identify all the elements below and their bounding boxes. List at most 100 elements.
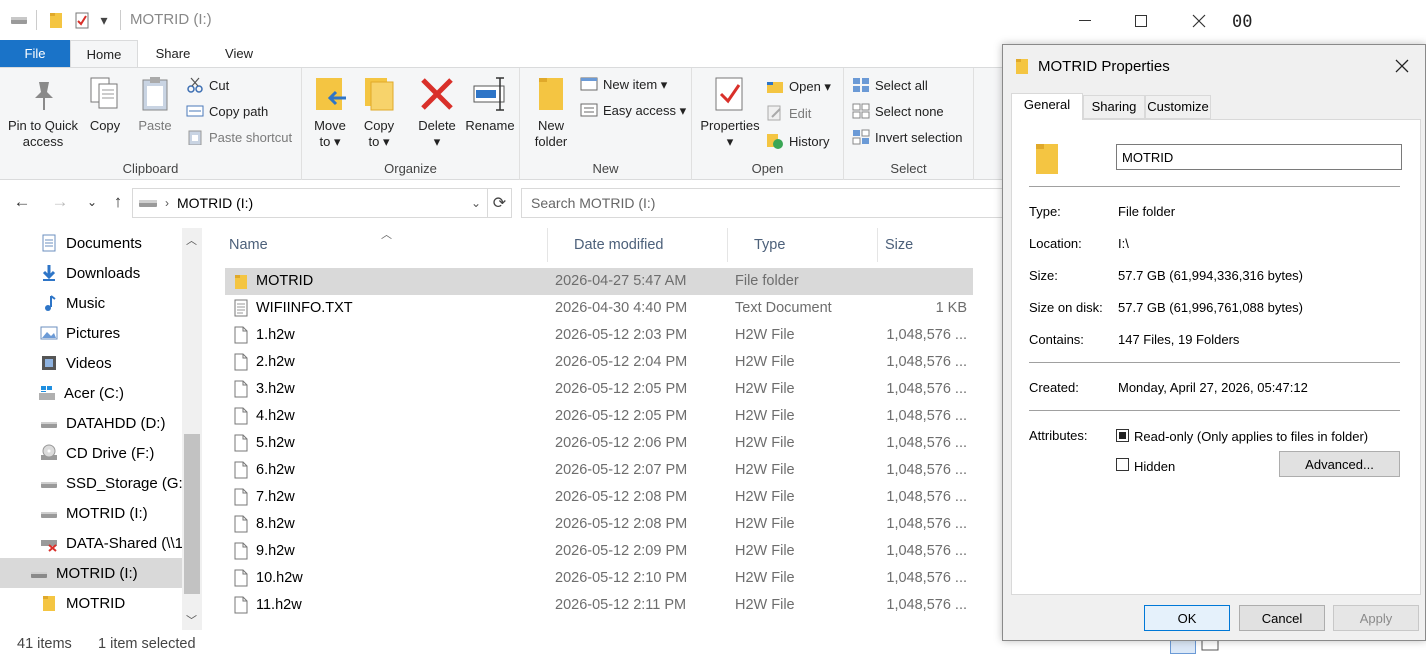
- copy-to-button[interactable]: Copy to ▾: [358, 74, 400, 150]
- select-none-button[interactable]: Select none: [852, 100, 944, 122]
- sidebar-item[interactable]: Pictures: [0, 318, 182, 348]
- paste-button[interactable]: Paste: [132, 74, 178, 134]
- file-list: ︿ Name Date modified Type Size MOTRID 202…: [203, 228, 1003, 630]
- edit-button[interactable]: Edit: [766, 102, 811, 124]
- select-all-button[interactable]: Select all: [852, 74, 928, 96]
- scroll-down-icon[interactable]: ﹀: [186, 612, 197, 628]
- file-icon: [233, 380, 249, 399]
- sidebar-item[interactable]: MOTRID (I:): [0, 558, 182, 588]
- tab-file[interactable]: File: [0, 40, 70, 68]
- table-row[interactable]: 10.h2w 2026-05-12 2:10 PM H2W File 1,048,57…: [225, 565, 973, 592]
- sidebar-item[interactable]: DATAHDD (D:): [0, 408, 182, 438]
- close-icon[interactable]: [1387, 53, 1417, 79]
- back-arrow-icon[interactable]: ←: [10, 190, 34, 214]
- apply-button[interactable]: Apply: [1333, 605, 1419, 631]
- folder-name-field[interactable]: MOTRID: [1116, 144, 1402, 170]
- file-size: 1,048,576 ...: [886, 435, 967, 451]
- tab-view[interactable]: View: [214, 40, 264, 68]
- delete-button[interactable]: Delete ▾: [414, 74, 460, 150]
- pin-icon: [25, 74, 61, 114]
- sidebar-item[interactable]: Documents: [0, 228, 182, 258]
- table-row[interactable]: 7.h2w 2026-05-12 2:08 PM H2W File 1,048,576…: [225, 484, 973, 511]
- sidebar-item[interactable]: MOTRID (I:): [0, 498, 182, 528]
- folder-icon[interactable]: [46, 10, 66, 30]
- sidebar-item[interactable]: SSD_Storage (G:): [0, 468, 182, 498]
- file-icon: [233, 596, 249, 615]
- easy-access-button[interactable]: Easy access ▾: [580, 100, 686, 122]
- table-row[interactable]: 4.h2w 2026-05-12 2:05 PM H2W File 1,048,576…: [225, 403, 973, 430]
- table-row[interactable]: 11.h2w 2026-05-12 2:11 PM H2W File 1,048,57…: [225, 592, 973, 619]
- sidebar-item[interactable]: Downloads: [0, 258, 182, 288]
- ok-button[interactable]: OK: [1144, 605, 1230, 631]
- minimize-icon[interactable]: [1062, 6, 1108, 36]
- sidebar-item[interactable]: Videos: [0, 348, 182, 378]
- column-header-date-modified[interactable]: Date modified: [548, 228, 728, 262]
- sidebar-item[interactable]: Acer (C:): [0, 378, 182, 408]
- tab-share[interactable]: Share: [148, 40, 198, 68]
- nav-scrollbar[interactable]: ︿ ﹀: [182, 228, 202, 630]
- close-icon[interactable]: [1176, 6, 1222, 36]
- cancel-button[interactable]: Cancel: [1239, 605, 1325, 631]
- column-header-name[interactable]: Name: [203, 228, 548, 262]
- drive-icon[interactable]: [8, 10, 30, 30]
- forward-arrow-icon[interactable]: →: [48, 190, 72, 214]
- table-row[interactable]: 6.h2w 2026-05-12 2:07 PM H2W File 1,048,576…: [225, 457, 973, 484]
- recent-locations-chevron-icon[interactable]: ⌄: [80, 190, 104, 214]
- type-label: Type:: [1029, 204, 1061, 219]
- column-header-size[interactable]: Size: [878, 228, 978, 262]
- tab-home[interactable]: Home: [70, 40, 138, 68]
- scroll-up-icon[interactable]: ︿: [186, 232, 197, 248]
- tab-sharing[interactable]: Sharing: [1083, 95, 1145, 119]
- table-row[interactable]: 5.h2w 2026-05-12 2:06 PM H2W File 1,048,576…: [225, 430, 973, 457]
- copy-button[interactable]: Copy: [84, 74, 126, 134]
- open-button[interactable]: Open ▾: [766, 76, 831, 98]
- file-size: 1,048,576 ...: [886, 381, 967, 397]
- advanced-button[interactable]: Advanced...: [1279, 451, 1400, 477]
- move-to-button[interactable]: Move to ▾: [308, 74, 352, 150]
- search-input[interactable]: Search MOTRID (I:): [521, 188, 1011, 218]
- table-row[interactable]: MOTRID 2026-04-27 5:47 AM File folder: [225, 268, 973, 295]
- pin-to-quick-access-button[interactable]: Pin to Quick access: [4, 74, 82, 150]
- hidden-checkbox[interactable]: [1116, 458, 1129, 471]
- divider: [120, 10, 121, 30]
- file-date-modified: 2026-05-12 2:11 PM: [555, 597, 687, 613]
- file-icon: [233, 434, 249, 453]
- sidebar-item[interactable]: CD Drive (F:): [0, 438, 182, 468]
- maximize-icon[interactable]: [1118, 6, 1164, 36]
- table-row[interactable]: 2.h2w 2026-05-12 2:04 PM H2W File 1,048,576…: [225, 349, 973, 376]
- cut-button[interactable]: Cut: [186, 74, 229, 96]
- read-only-checkbox[interactable]: [1116, 429, 1129, 442]
- table-row[interactable]: 8.h2w 2026-05-12 2:08 PM H2W File 1,048,576…: [225, 511, 973, 538]
- sidebar-item[interactable]: MOTRID: [0, 588, 182, 618]
- folder-icon: [233, 272, 249, 291]
- tab-customize[interactable]: Customize: [1145, 95, 1211, 119]
- table-row[interactable]: 9.h2w 2026-05-12 2:09 PM H2W File 1,048,576…: [225, 538, 973, 565]
- rename-button[interactable]: Rename: [464, 74, 516, 134]
- scrollbar-thumb[interactable]: [184, 434, 200, 594]
- up-arrow-icon[interactable]: ↑: [106, 190, 130, 214]
- new-item-button[interactable]: New item ▾: [580, 74, 667, 96]
- paste-shortcut-button[interactable]: Paste shortcut: [186, 126, 292, 148]
- table-row[interactable]: 3.h2w 2026-05-12 2:05 PM H2W File 1,048,576…: [225, 376, 973, 403]
- properties-dialog: MOTRID Properties General Sharing Custom…: [1002, 44, 1426, 641]
- refresh-icon[interactable]: ⟳: [488, 188, 512, 218]
- table-row[interactable]: WIFIINFO.TXT 2026-04-30 4:40 PM Text Docum…: [225, 295, 973, 322]
- size-label: Size:: [1029, 268, 1058, 283]
- copy-path-button[interactable]: Copy path: [186, 100, 268, 122]
- history-button[interactable]: History: [766, 130, 829, 152]
- sidebar-item[interactable]: DATA-Shared (\\1: [0, 528, 182, 558]
- size-on-disk-label: Size on disk:: [1029, 300, 1103, 315]
- file-type: H2W File: [735, 354, 795, 370]
- column-header-type[interactable]: Type: [728, 228, 878, 262]
- tab-general[interactable]: General: [1011, 93, 1083, 120]
- invert-selection-button[interactable]: Invert selection: [852, 126, 962, 148]
- sidebar-item-label: Music: [66, 294, 106, 312]
- address-dropdown-icon[interactable]: ⌄: [471, 196, 481, 210]
- new-folder-button[interactable]: New folder: [528, 74, 574, 150]
- address-bar[interactable]: › MOTRID (I:) ⌄: [132, 188, 488, 218]
- quick-access-dropdown[interactable]: ▾: [96, 10, 112, 30]
- properties-button[interactable]: Properties ▾: [698, 74, 762, 150]
- properties-icon[interactable]: [72, 10, 92, 30]
- table-row[interactable]: 1.h2w 2026-05-12 2:03 PM H2W File 1,048,576…: [225, 322, 973, 349]
- sidebar-item[interactable]: Music: [0, 288, 182, 318]
